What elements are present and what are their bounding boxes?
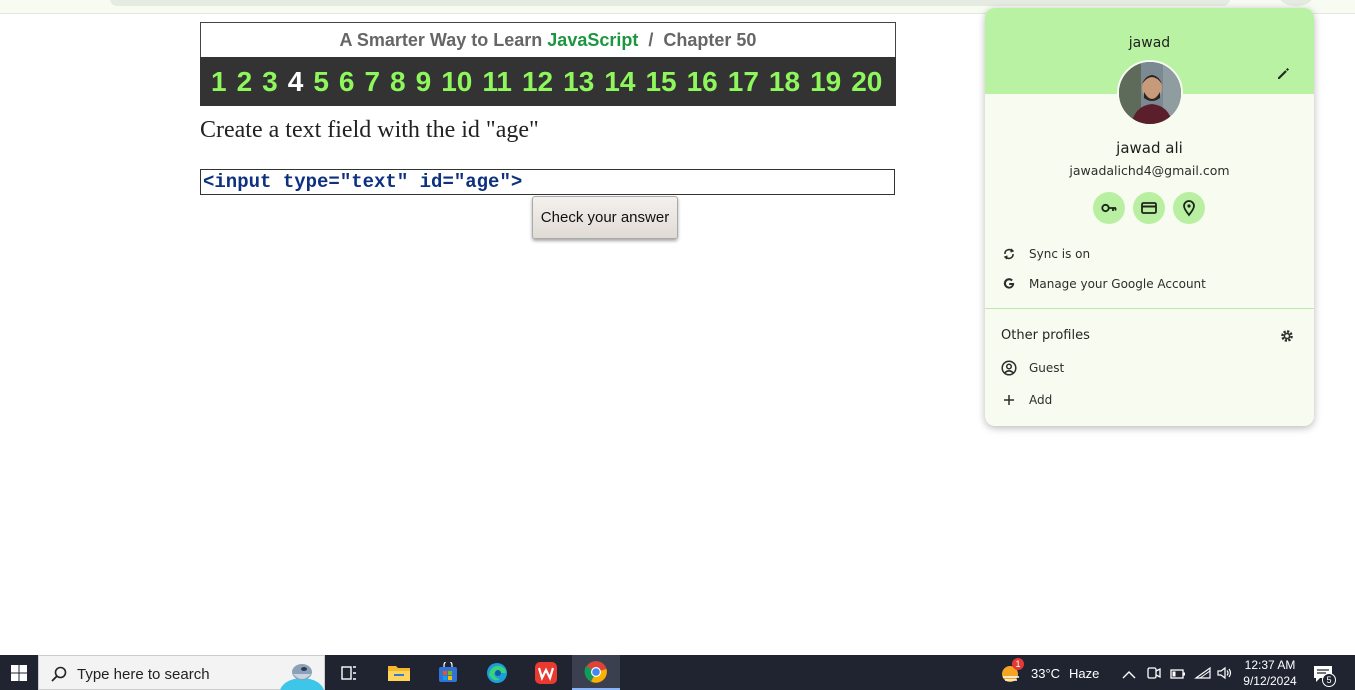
chapter-link[interactable]: 2 <box>237 57 253 106</box>
clock-time: 12:37 AM <box>1244 658 1296 672</box>
avatar[interactable] <box>1117 60 1183 126</box>
sync-icon <box>1001 246 1017 262</box>
add-profile[interactable]: Add <box>1001 392 1052 408</box>
chapter-link[interactable]: 12 <box>522 57 553 106</box>
chapter-link[interactable]: 13 <box>563 57 594 106</box>
search-icon <box>50 665 68 688</box>
guest-profile[interactable]: Guest <box>1001 360 1064 376</box>
task-view-icon[interactable] <box>325 655 373 690</box>
exercise-prompt: Create a text field with the id "age" <box>200 117 539 143</box>
address-bar[interactable] <box>110 0 1230 6</box>
course-title: A Smarter Way to Learn JavaScript / Chap… <box>201 23 895 57</box>
weather-desc[interactable]: Haze <box>1069 666 1099 681</box>
microsoft-store-icon[interactable] <box>424 655 472 690</box>
title-separator: / <box>648 30 654 50</box>
search-highlight-icon <box>279 658 325 690</box>
chapter-link[interactable]: 4 <box>288 57 304 106</box>
profile-full-name: jawad ali <box>1116 139 1183 157</box>
chapter-link[interactable]: 10 <box>441 57 472 106</box>
toolbar-button[interactable] <box>1280 0 1312 6</box>
guest-label: Guest <box>1029 361 1065 375</box>
profile-email: jawadalichd4@gmail.com <box>1069 163 1230 178</box>
check-answer-button[interactable]: Check your answer <box>532 196 678 239</box>
title-brand[interactable]: JavaScript <box>547 30 638 50</box>
manage-account-link[interactable]: Manage your Google Account <box>1001 276 1206 292</box>
chapter-link[interactable]: 3 <box>262 57 278 106</box>
google-icon <box>1001 276 1017 292</box>
clock-date: 9/12/2024 <box>1243 674 1297 688</box>
chapter-link[interactable]: 19 <box>810 57 841 106</box>
battery-icon[interactable] <box>1170 667 1186 685</box>
credit-card-icon[interactable] <box>1133 192 1165 224</box>
chapter-link[interactable]: 9 <box>416 57 432 106</box>
chapter-link[interactable]: 7 <box>364 57 380 106</box>
chapter-link[interactable]: 8 <box>390 57 406 106</box>
pencil-icon[interactable] <box>1275 66 1291 82</box>
chapter-link[interactable]: 6 <box>339 57 355 106</box>
title-prefix: A Smarter Way to Learn <box>339 30 543 50</box>
chapter-link[interactable]: 5 <box>313 57 329 106</box>
chapter-link[interactable]: 16 <box>687 57 718 106</box>
chapter-link[interactable]: 14 <box>604 57 635 106</box>
chevron-up-icon[interactable] <box>1122 667 1136 685</box>
clock[interactable]: 12:37 AM 9/12/2024 <box>1240 657 1300 689</box>
profile-menu: jawad jawad ali jawadalichd4@gmail.com S… <box>985 8 1314 426</box>
taskbar-search[interactable]: Type here to search <box>38 655 325 690</box>
sync-label: Sync is on <box>1029 247 1091 261</box>
key-icon[interactable] <box>1093 192 1125 224</box>
chapter-link[interactable]: 18 <box>769 57 800 106</box>
chapter-link[interactable]: 1 <box>211 57 227 106</box>
weather-temp[interactable]: 33°C <box>1031 666 1060 681</box>
chrome-icon[interactable] <box>572 655 620 690</box>
notification-count: 5 <box>1322 673 1336 687</box>
gear-icon[interactable] <box>1279 328 1295 344</box>
course-header: A Smarter Way to Learn JavaScript / Chap… <box>200 22 896 106</box>
plus-icon <box>1001 392 1017 408</box>
add-label: Add <box>1029 393 1053 407</box>
edge-icon[interactable] <box>473 655 521 690</box>
divider <box>985 308 1314 309</box>
chapter-link[interactable]: 15 <box>645 57 676 106</box>
wps-office-icon[interactable] <box>522 655 570 690</box>
wifi-icon[interactable] <box>1194 666 1212 685</box>
manage-account-label: Manage your Google Account <box>1029 277 1206 291</box>
answer-input[interactable] <box>200 169 895 195</box>
chapter-link[interactable]: 11 <box>482 57 512 106</box>
windows-start-icon[interactable] <box>0 655 38 690</box>
other-profiles-heading: Other profiles <box>1001 328 1090 343</box>
quick-actions <box>1093 192 1205 224</box>
location-pin-icon[interactable] <box>1173 192 1205 224</box>
account-circle-icon <box>1001 360 1017 376</box>
chapter-nav: 1 2 3 4 5 6 7 8 9 10 11 12 13 14 15 16 17 18 19 20 <box>200 57 896 106</box>
volume-icon[interactable] <box>1216 666 1234 685</box>
weather-badge: 1 <box>1012 658 1024 670</box>
chapter-label: Chapter 50 <box>663 30 757 50</box>
taskbar: Type here to search 1 33°C Haze 12:37 AM… <box>0 655 1355 690</box>
chapter-link[interactable]: 17 <box>728 57 759 106</box>
profile-short-name: jawad <box>1128 35 1171 51</box>
meet-now-icon[interactable] <box>1146 666 1162 685</box>
sync-status[interactable]: Sync is on <box>1001 246 1090 262</box>
search-placeholder: Type here to search <box>77 666 210 683</box>
file-explorer-icon[interactable] <box>375 655 423 690</box>
chapter-link[interactable]: 20 <box>851 57 882 106</box>
